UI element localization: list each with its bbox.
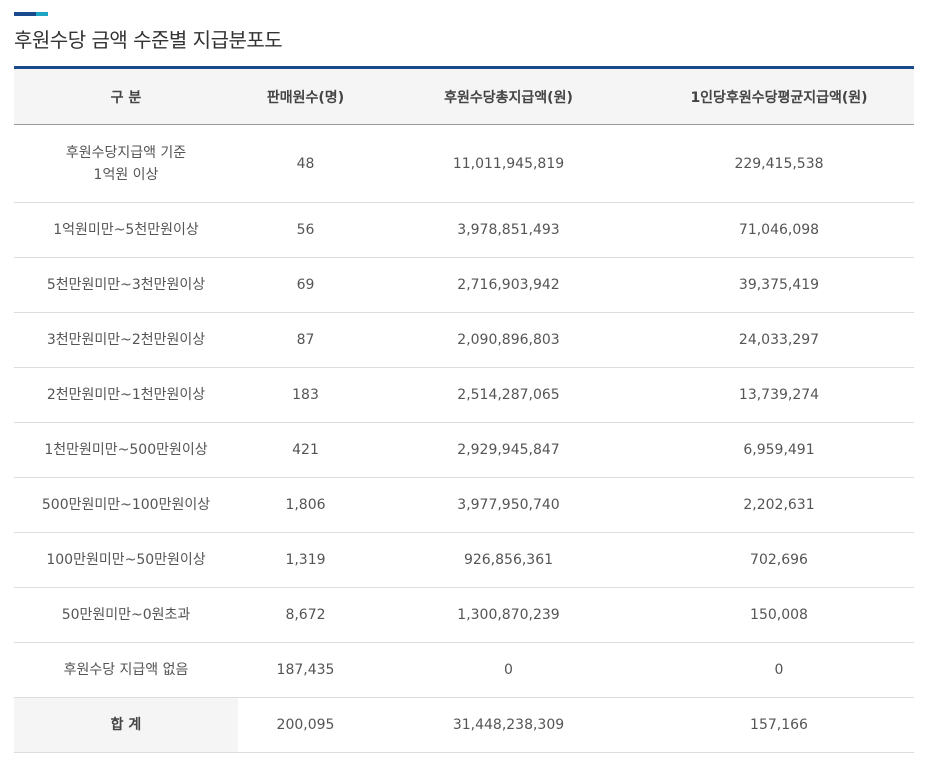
header-seller-count: 판매원수(명): [238, 67, 373, 125]
cell-seller-count: 1,319: [238, 532, 373, 588]
cell-total-amount: 3,977,950,740: [373, 477, 644, 533]
cell-average-amount: 702,696: [644, 532, 914, 588]
cell-total-amount: 926,856,361: [373, 532, 644, 588]
category-label-line1: 후원수당지급액 기준: [65, 144, 187, 161]
cell-category: 2천만원미만~1천만원이상: [14, 367, 238, 423]
header-category: 구 분: [14, 67, 238, 125]
cell-seller-count: 183: [238, 367, 373, 423]
cell-category: 3천만원미만~2천만원이상: [14, 312, 238, 368]
table-row: 후원수당지급액 기준 1억원 이상 48 11,011,945,819 229,4…: [14, 124, 914, 203]
cell-total-amount: 2,929,945,847: [373, 422, 644, 478]
table-row: 1천만원미만~500만원이상 421 2,929,945,847 6,959,4…: [14, 422, 914, 478]
total-label: 합 계: [14, 697, 238, 753]
cell-seller-count: 8,672: [238, 587, 373, 643]
cell-seller-count: 1,806: [238, 477, 373, 533]
table-row: 2천만원미만~1천만원이상 183 2,514,287,065 13,739,2…: [14, 367, 914, 423]
table-row: 50만원미만~0원초과 8,672 1,300,870,239 150,008: [14, 587, 914, 643]
cell-category: 50만원미만~0원초과: [14, 587, 238, 643]
cell-total-amount: 3,978,851,493: [373, 202, 644, 258]
total-seller-count: 200,095: [238, 697, 373, 753]
cell-seller-count: 87: [238, 312, 373, 368]
cell-total-amount: 2,514,287,065: [373, 367, 644, 423]
page-title: 후원수당 금액 수준별 지급분포도: [14, 28, 283, 52]
total-average-amount: 157,166: [644, 697, 914, 753]
cell-total-amount: 2,716,903,942: [373, 257, 644, 313]
cell-category: 100만원미만~50만원이상: [14, 532, 238, 588]
cell-seller-count: 48: [238, 124, 373, 203]
cell-category: 5천만원미만~3천만원이상: [14, 257, 238, 313]
cell-seller-count: 421: [238, 422, 373, 478]
cell-average-amount: 229,415,538: [644, 124, 914, 203]
category-label-line2: 1억원 이상: [93, 166, 159, 183]
cell-average-amount: 150,008: [644, 587, 914, 643]
cell-average-amount: 71,046,098: [644, 202, 914, 258]
cell-average-amount: 24,033,297: [644, 312, 914, 368]
payment-distribution-table: 구 분 판매원수(명) 후원수당총지급액(원) 1인당후원수당평균지급액(원) …: [14, 66, 914, 753]
cell-total-amount: 11,011,945,819: [373, 124, 644, 203]
cell-category: 후원수당 지급액 없음: [14, 642, 238, 698]
cell-total-amount: 0: [373, 642, 644, 698]
header-average-amount: 1인당후원수당평균지급액(원): [644, 67, 914, 125]
table-row: 500만원미만~100만원이상 1,806 3,977,950,740 2,20…: [14, 477, 914, 533]
cell-average-amount: 2,202,631: [644, 477, 914, 533]
header-total-amount: 후원수당총지급액(원): [373, 67, 644, 125]
cell-total-amount: 1,300,870,239: [373, 587, 644, 643]
cell-average-amount: 0: [644, 642, 914, 698]
table-row: 100만원미만~50만원이상 1,319 926,856,361 702,696: [14, 532, 914, 588]
table-row: 후원수당 지급액 없음 187,435 0 0: [14, 642, 914, 698]
table-row: 5천만원미만~3천만원이상 69 2,716,903,942 39,375,41…: [14, 257, 914, 313]
table-row: 3천만원미만~2천만원이상 87 2,090,896,803 24,033,29…: [14, 312, 914, 368]
cell-total-amount: 2,090,896,803: [373, 312, 644, 368]
title-accent-bar: [14, 12, 48, 16]
cell-category: 후원수당지급액 기준 1억원 이상: [14, 124, 238, 203]
cell-category: 1억원미만~5천만원이상: [14, 202, 238, 258]
total-amount: 31,448,238,309: [373, 697, 644, 753]
cell-average-amount: 39,375,419: [644, 257, 914, 313]
table-total-row: 합 계 200,095 31,448,238,309 157,166: [14, 697, 914, 753]
cell-category: 1천만원미만~500만원이상: [14, 422, 238, 478]
cell-seller-count: 56: [238, 202, 373, 258]
cell-average-amount: 13,739,274: [644, 367, 914, 423]
cell-category: 500만원미만~100만원이상: [14, 477, 238, 533]
cell-seller-count: 187,435: [238, 642, 373, 698]
table-row: 1억원미만~5천만원이상 56 3,978,851,493 71,046,098: [14, 202, 914, 258]
cell-average-amount: 6,959,491: [644, 422, 914, 478]
table-header-row: 구 분 판매원수(명) 후원수당총지급액(원) 1인당후원수당평균지급액(원): [14, 67, 914, 125]
cell-seller-count: 69: [238, 257, 373, 313]
